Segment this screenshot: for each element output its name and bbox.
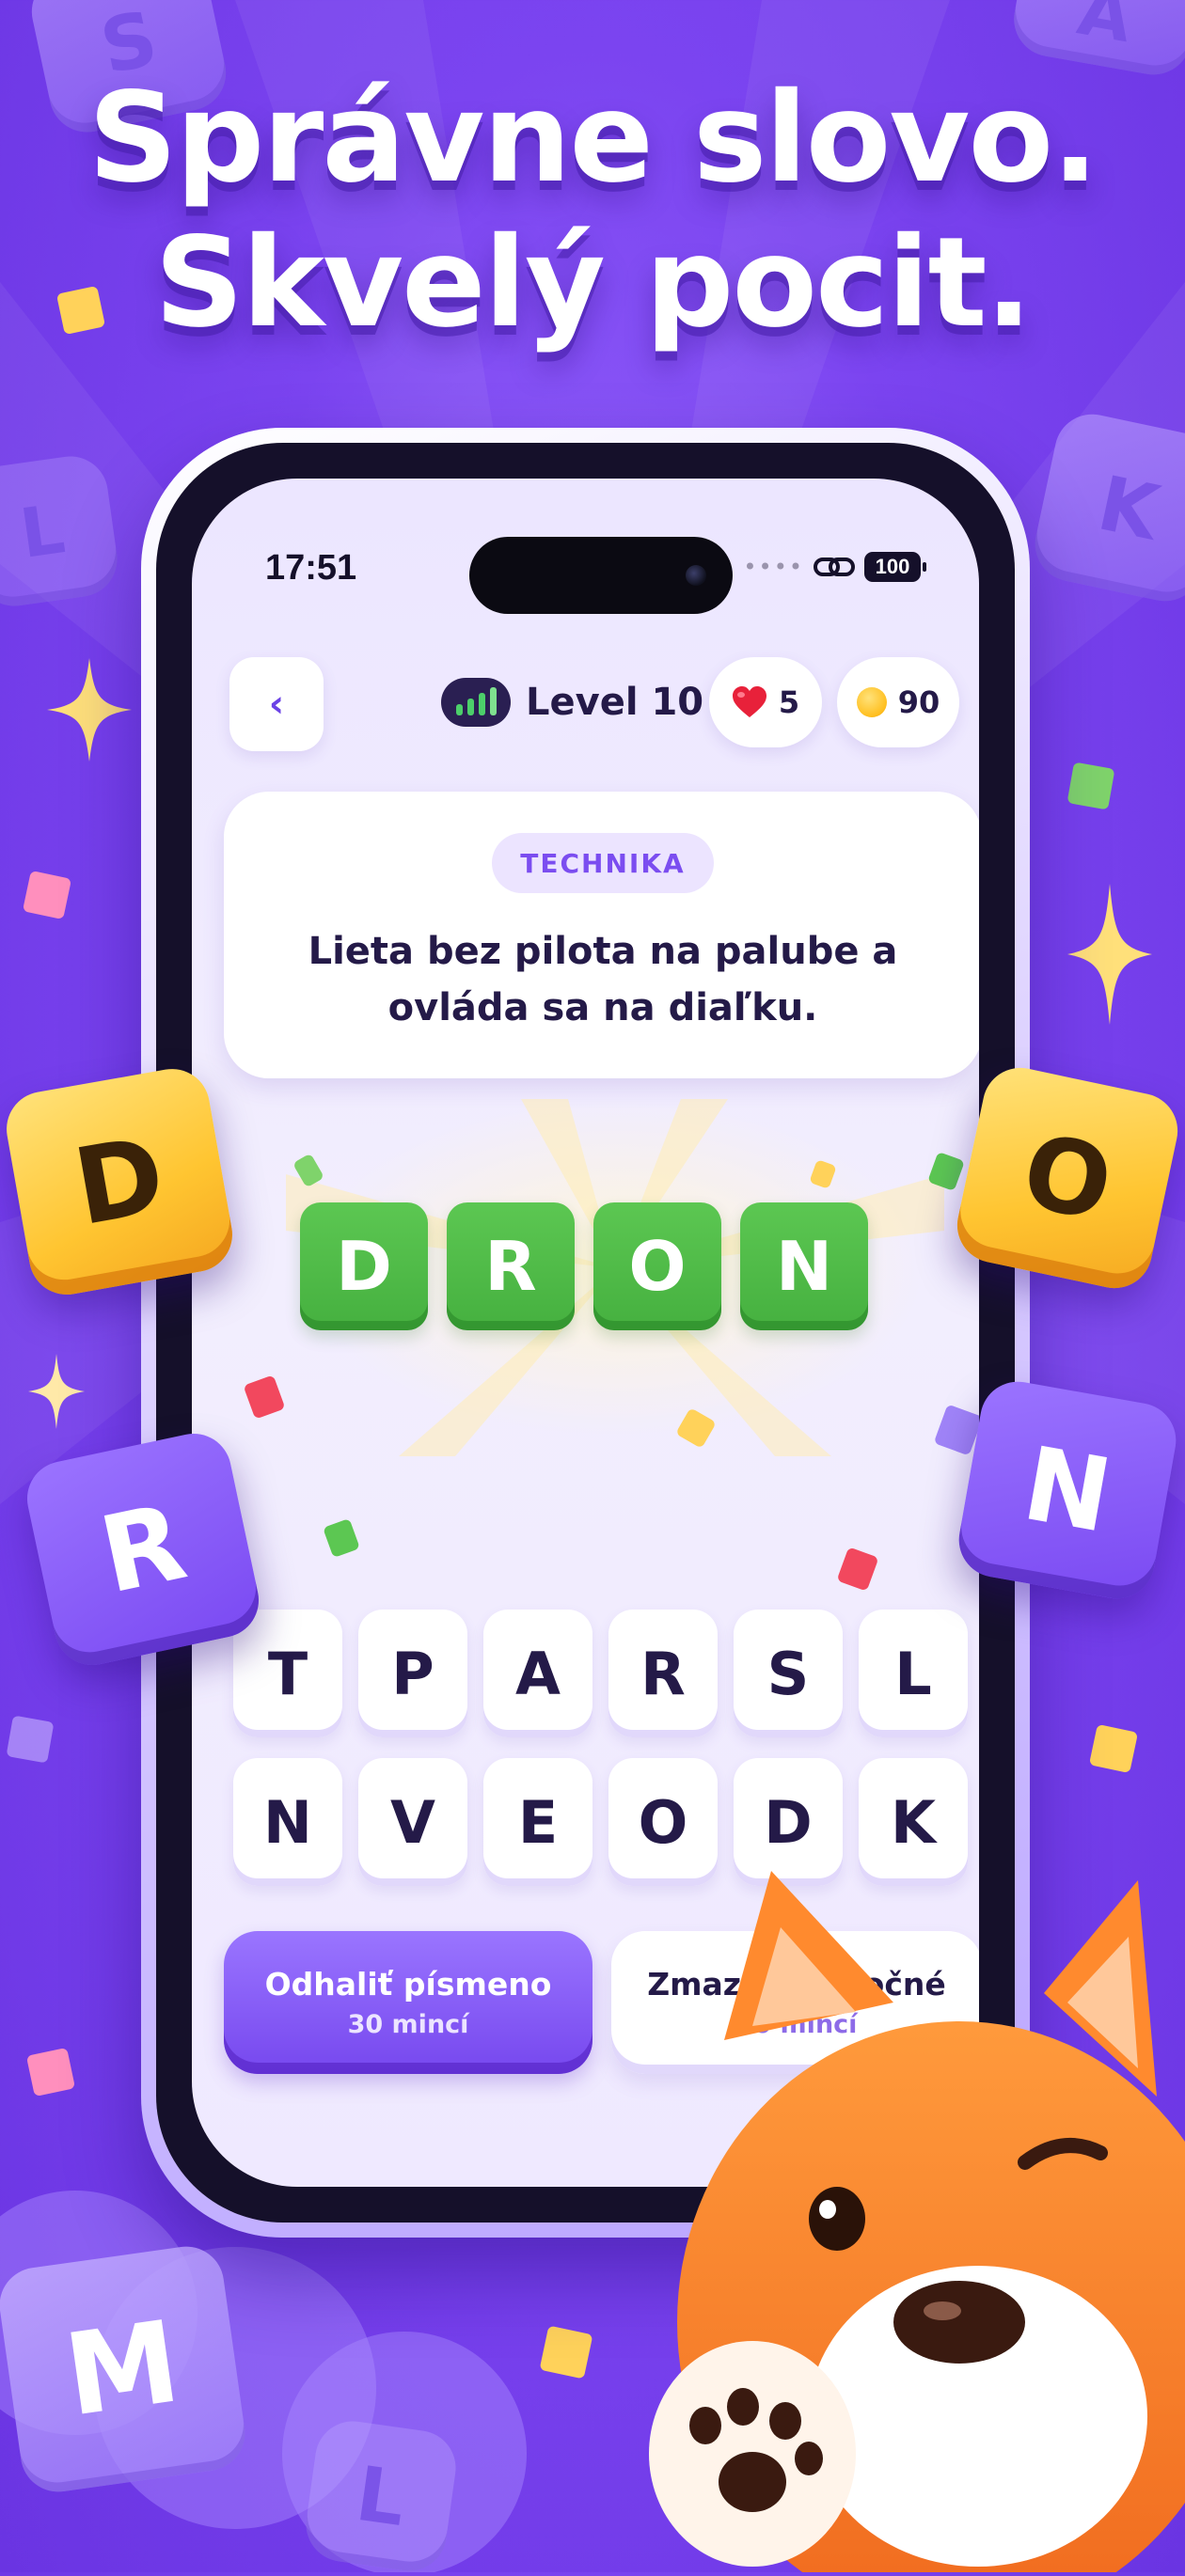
confetti-piece bbox=[1088, 1723, 1139, 1774]
confetti-piece bbox=[539, 2325, 593, 2380]
coins-value: 90 bbox=[897, 684, 940, 720]
floating-tile-m: M bbox=[0, 2241, 250, 2497]
letter-key[interactable]: O bbox=[608, 1758, 718, 1886]
confetti-piece bbox=[22, 870, 72, 920]
answer-letter: D bbox=[300, 1202, 428, 1330]
status-time: 17:51 bbox=[265, 548, 357, 588]
letter-key[interactable]: T bbox=[233, 1610, 342, 1737]
signal-bars-icon bbox=[441, 678, 511, 727]
letter-key[interactable]: P bbox=[358, 1610, 467, 1737]
letter-keyboard: T P A R S L N V E O D K bbox=[233, 1610, 968, 1886]
clue-card: TECHNIKA Lieta bez pilota na palube a ov… bbox=[224, 792, 979, 1078]
fox-mascot-icon bbox=[649, 1871, 1185, 2572]
level-indicator: Level 10 bbox=[441, 678, 703, 727]
sparkle-icon bbox=[28, 1354, 85, 1429]
headline: Správne slovo. Skvelý pocit. bbox=[0, 66, 1185, 355]
letter-key[interactable]: E bbox=[483, 1758, 592, 1886]
status-indicators: •••• 100 bbox=[743, 552, 926, 582]
link-icon bbox=[814, 558, 855, 576]
back-button[interactable]: ‹ bbox=[229, 657, 324, 751]
headline-line-2: Skvelý pocit. bbox=[154, 211, 1033, 355]
lives-value: 5 bbox=[778, 684, 800, 720]
sparkle-icon bbox=[1067, 884, 1152, 1025]
answer-row: D R O N bbox=[300, 1202, 868, 1330]
letter-key[interactable]: R bbox=[608, 1610, 718, 1737]
clue-text: Lieta bez pilota na palube a ovláda sa n… bbox=[308, 930, 898, 1029]
letter-key[interactable]: N bbox=[233, 1758, 342, 1886]
reveal-letter-cost: 30 mincí bbox=[347, 2010, 469, 2039]
camera-icon bbox=[686, 565, 706, 586]
letter-key[interactable]: K bbox=[859, 1758, 968, 1886]
battery-indicator: 100 bbox=[864, 552, 926, 582]
dynamic-island bbox=[469, 537, 733, 614]
reveal-letter-label: Odhaliť písmeno bbox=[264, 1966, 552, 2003]
letter-key[interactable]: D bbox=[734, 1758, 843, 1886]
confetti-piece bbox=[323, 1517, 360, 1559]
level-label: Level 10 bbox=[526, 681, 704, 724]
lives-counter[interactable]: 5 bbox=[709, 657, 822, 747]
floating-tile-n: N bbox=[953, 1375, 1182, 1605]
reveal-letter-button[interactable]: Odhaliť písmeno 30 mincí bbox=[224, 1931, 592, 2074]
floating-tile-o: O bbox=[950, 1060, 1185, 1296]
coin-icon bbox=[856, 687, 887, 717]
letter-key[interactable]: A bbox=[483, 1610, 592, 1737]
signal-dots-icon: •••• bbox=[743, 554, 804, 580]
letter-key[interactable]: V bbox=[358, 1758, 467, 1886]
letter-key[interactable]: S bbox=[734, 1610, 843, 1737]
sparkle-icon bbox=[47, 658, 132, 762]
confetti-piece bbox=[836, 1547, 879, 1592]
confetti-piece bbox=[25, 2047, 76, 2097]
answer-letter: R bbox=[447, 1202, 575, 1330]
floating-tile-r: R bbox=[20, 1426, 266, 1673]
floating-tile-d: D bbox=[0, 1062, 239, 1301]
answer-letter: O bbox=[593, 1202, 721, 1330]
chevron-left-icon: ‹ bbox=[268, 683, 285, 726]
confetti-piece bbox=[1066, 762, 1115, 810]
headline-line-1: Správne slovo. bbox=[87, 66, 1099, 211]
category-badge: TECHNIKA bbox=[492, 833, 714, 893]
letter-key[interactable]: L bbox=[859, 1610, 968, 1737]
confetti-piece bbox=[243, 1374, 286, 1420]
answer-letter: N bbox=[740, 1202, 868, 1330]
heart-icon bbox=[732, 686, 766, 717]
confetti-piece bbox=[6, 1715, 55, 1764]
floating-tile-l-bottom: L bbox=[301, 2416, 461, 2576]
coins-counter[interactable]: 90 bbox=[837, 657, 959, 747]
